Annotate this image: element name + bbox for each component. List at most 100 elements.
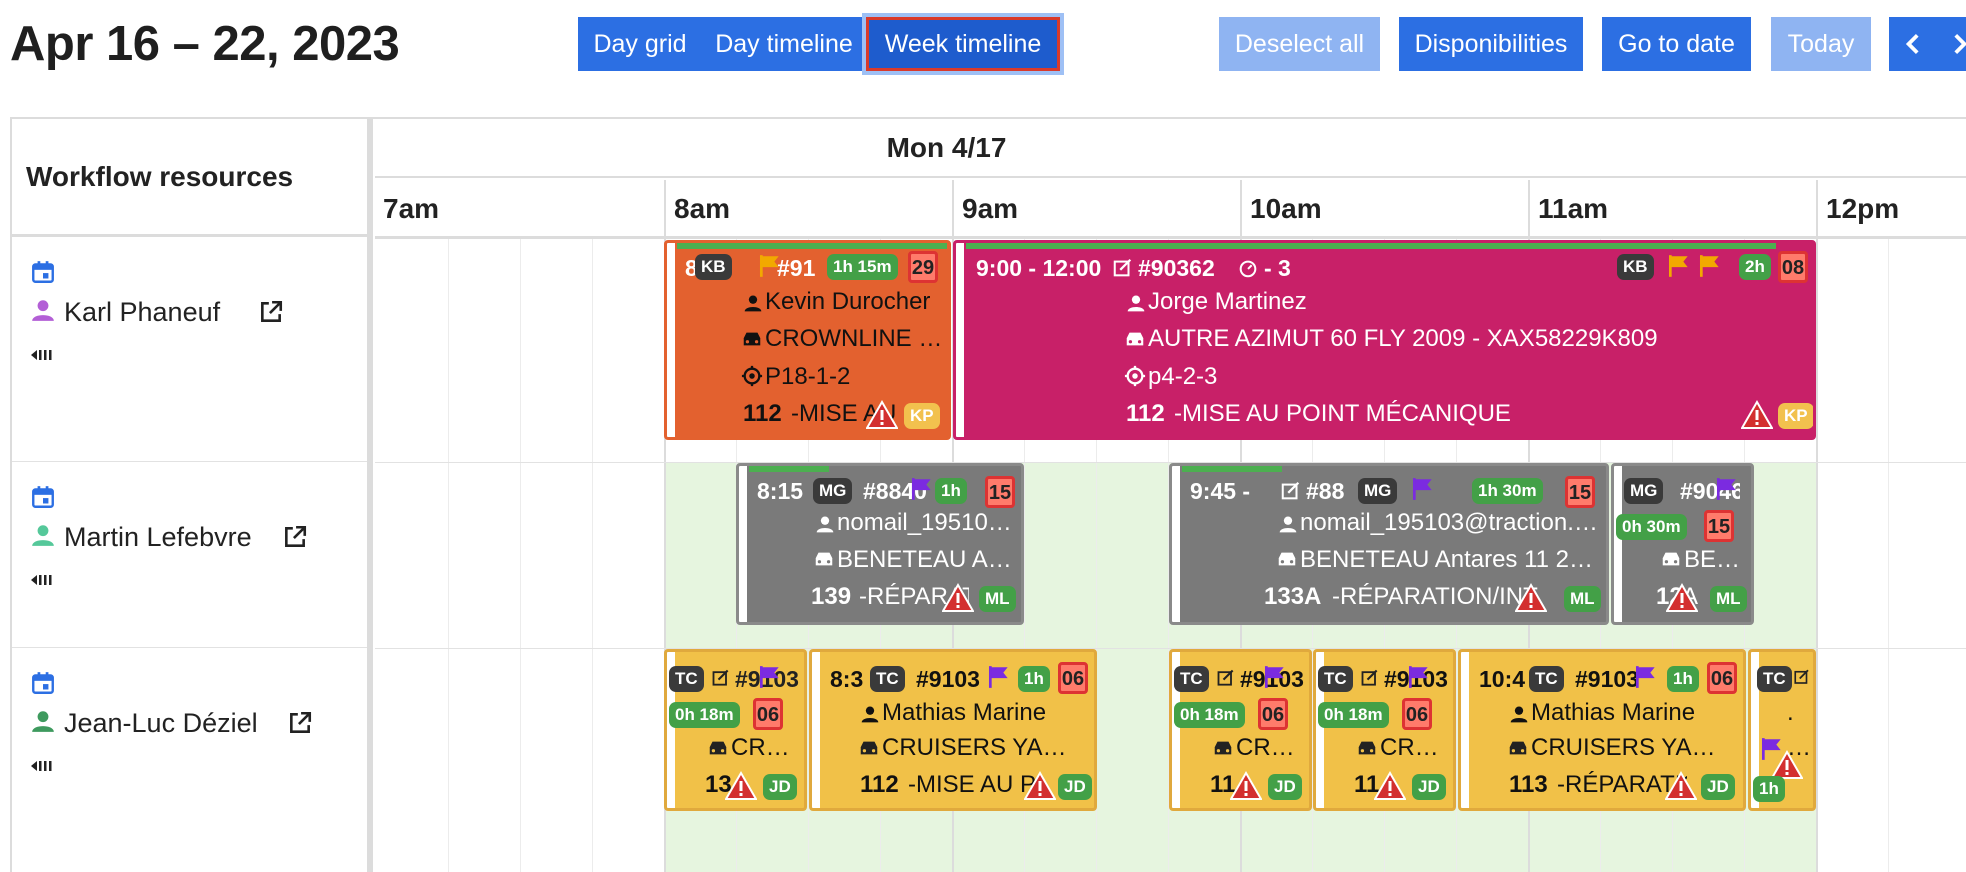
today-button[interactable]: Today <box>1771 17 1871 71</box>
calendar-icon[interactable] <box>30 259 56 285</box>
next-button[interactable] <box>1939 17 1966 71</box>
day-badge: 15 <box>985 476 1015 508</box>
location-icon <box>741 365 763 387</box>
duration-badge: 1h <box>1018 666 1050 692</box>
assignee-badge: JD <box>1412 774 1446 800</box>
flag-icon <box>1264 666 1284 688</box>
day-badge: 29 <box>908 251 938 283</box>
boat-name: CR… <box>731 734 790 761</box>
back-arrow-icon[interactable] <box>30 347 56 363</box>
tech-badge: KB <box>1617 254 1654 280</box>
client-name: Mathias Marine <box>1531 699 1696 726</box>
job-desc: -MISE AU P <box>908 771 1037 798</box>
flag-icon <box>759 255 779 277</box>
edit-icon[interactable] <box>1793 668 1811 686</box>
resource-name[interactable]: Martin Lefebvre <box>64 522 252 553</box>
car-icon <box>709 741 727 755</box>
calendar-icon[interactable] <box>30 670 56 696</box>
resource-row-jean-luc: Jean-Luc Déziel <box>12 648 367 834</box>
week-timeline-button[interactable]: Week timeline <box>866 17 1060 71</box>
warning-icon <box>866 400 898 429</box>
event-card[interactable]: 9:45 - #88 MG 1h 30m 15 nomail_195103@tr… <box>1169 463 1609 625</box>
day-timeline-button[interactable]: Day timeline <box>702 17 866 71</box>
event-card[interactable]: TC . … 1h <box>1748 649 1816 811</box>
external-link-icon[interactable] <box>287 710 313 736</box>
person-icon <box>32 525 54 546</box>
previous-button[interactable] <box>1889 17 1939 71</box>
duration-badge: 0h 18m <box>1174 702 1245 728</box>
event-card[interactable]: MG #9046 0h 30m 15 BE… 12 A ML <box>1611 463 1754 625</box>
tech-badge: TC <box>1174 666 1209 692</box>
client-name: nomail_19510… <box>837 509 1012 536</box>
person-icon <box>816 516 834 533</box>
hour-label: 11am <box>1528 180 1816 237</box>
flag-icon <box>1716 478 1736 500</box>
progress-bar <box>749 466 829 472</box>
day-grid-button[interactable]: Day grid <box>578 17 702 71</box>
event-time: 10:4 <box>1479 666 1526 692</box>
grid-line <box>448 239 449 872</box>
location-icon <box>1124 365 1146 387</box>
back-arrow-icon[interactable] <box>30 758 56 774</box>
edit-icon[interactable] <box>1216 668 1236 688</box>
event-card[interactable]: 8:15 MG #8840 1h 15 nomail_19510… BENETE… <box>736 463 1024 625</box>
event-card[interactable]: 8:3 TC #9103 1h 06 Mathias Marine CRUISE… <box>809 649 1097 811</box>
person-icon <box>744 295 762 312</box>
edit-icon[interactable] <box>1280 480 1302 502</box>
client-name: . <box>1787 699 1794 726</box>
external-link-icon[interactable] <box>258 299 284 325</box>
boat-name: CR… <box>1236 734 1295 761</box>
event-time: 9:45 - <box>1190 478 1251 504</box>
job-code: 112 <box>860 771 899 798</box>
event-card[interactable]: TC #9103 0h 18m 06 CR… 11 JD <box>1313 649 1456 811</box>
assignee-badge: ML <box>1710 586 1747 612</box>
assignee-badge: KP <box>904 403 940 429</box>
person-icon <box>1510 706 1528 723</box>
resources-header: Workflow resources <box>12 119 367 237</box>
header-divider <box>375 236 1966 239</box>
disponibilities-button[interactable]: Disponibilities <box>1399 17 1583 71</box>
event-time: 9:00 - 12:00 <box>976 255 1102 281</box>
edit-icon[interactable] <box>711 668 731 688</box>
external-link-icon[interactable] <box>282 524 308 550</box>
event-ref: #90362 <box>1138 255 1215 281</box>
event-card[interactable]: TC #9103 0h 18m 06 CR… 11 JD <box>1169 649 1312 811</box>
event-ref: #88 <box>1306 478 1345 504</box>
duration-badge: 0h 18m <box>669 702 740 728</box>
event-card[interactable]: 10:4 TC #9103 1h 06 Mathias Marine CRUIS… <box>1458 649 1746 811</box>
event-strip <box>1461 652 1469 808</box>
timeline-grid: Workflow resources Karl Phaneuf Martin L… <box>10 117 1966 872</box>
event-card[interactable]: 9:00 - 12:00 #90362 - 3 KB 2h 08 Jorge M… <box>953 240 1816 440</box>
boat-name: CRUISERS YA… <box>882 734 1067 761</box>
tech-badge: KB <box>695 254 732 280</box>
duration-badge: 0h 18m <box>1318 702 1389 728</box>
job-code: 112 <box>1126 400 1165 427</box>
event-strip <box>1172 466 1180 622</box>
event-strip <box>956 243 964 437</box>
calendar-icon[interactable] <box>30 484 56 510</box>
car-icon <box>743 332 761 346</box>
go-to-date-button[interactable]: Go to date <box>1602 17 1751 71</box>
client-name: Jorge Martinez <box>1148 288 1307 315</box>
event-suffix: - 3 <box>1264 255 1291 281</box>
resource-name[interactable]: Jean-Luc Déziel <box>64 708 258 739</box>
tech-badge: MG <box>1624 478 1664 504</box>
car-icon <box>1126 332 1144 346</box>
resource-name[interactable]: Karl Phaneuf <box>64 297 220 328</box>
event-card[interactable]: TC #9103 0h 18m 06 CR… 13 JD <box>664 649 807 811</box>
car-icon <box>860 741 878 755</box>
deselect-all-button[interactable]: Deselect all <box>1219 17 1380 71</box>
hour-label: 12pm <box>1816 180 1966 237</box>
warning-icon <box>1515 583 1547 612</box>
back-arrow-icon[interactable] <box>30 572 56 588</box>
day-badge: 06 <box>1058 662 1088 694</box>
duration-badge: 1h <box>1753 776 1785 802</box>
edit-icon[interactable] <box>1360 668 1380 688</box>
edit-icon[interactable] <box>1112 257 1134 279</box>
assignee-badge: JD <box>1058 774 1092 800</box>
duration-badge: 2h <box>1739 254 1771 280</box>
day-badge: 06 <box>1707 662 1737 694</box>
event-card[interactable]: 8 KB #91 1h 15m 29 Kevin Durocher CROWNL… <box>664 240 951 440</box>
grid-line <box>520 239 521 872</box>
duration-badge: 1h 15m <box>827 254 898 280</box>
